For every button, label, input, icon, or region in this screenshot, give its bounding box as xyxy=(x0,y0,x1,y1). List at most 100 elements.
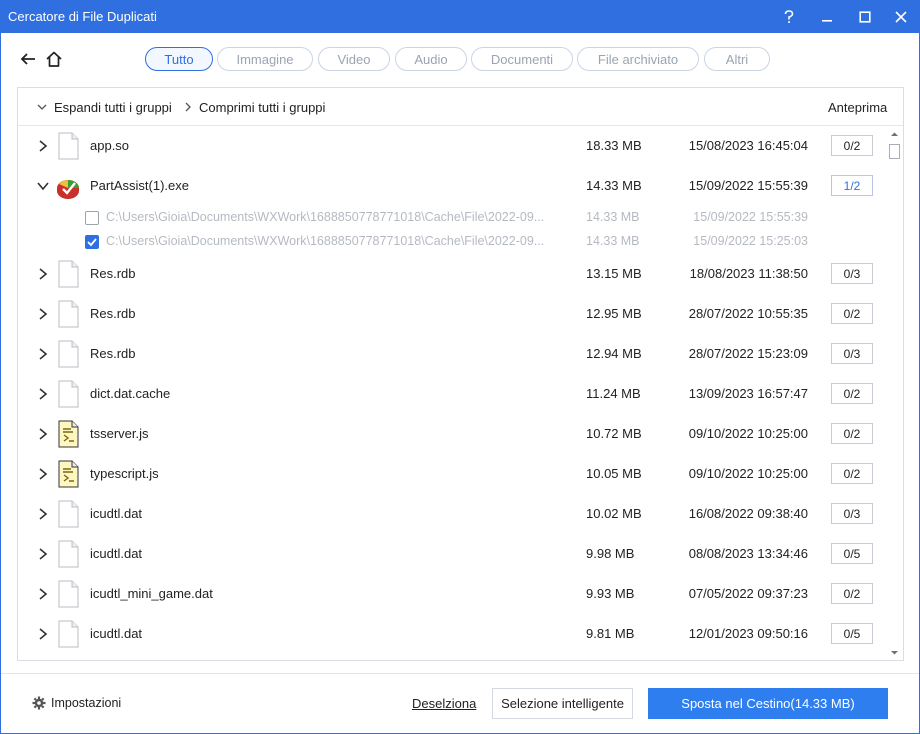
selection-count[interactable]: 0/2 xyxy=(831,423,873,444)
group-row[interactable]: app.so 18.33 MB 15/08/2023 16:45:04 0/2 xyxy=(18,126,886,166)
group-row[interactable]: Res.rdb 12.95 MB 28/07/2022 10:55:35 0/2 xyxy=(18,294,886,334)
group-row[interactable]: Res.rdb 12.94 MB 28/07/2022 15:23:09 0/3 xyxy=(18,334,886,374)
chevron-right-icon[interactable] xyxy=(37,507,49,521)
footer-divider xyxy=(1,673,919,674)
smart-select-button[interactable]: Selezione intelligente xyxy=(492,688,633,719)
scroll-down-icon[interactable] xyxy=(890,648,899,657)
duplicate-file-row[interactable]: C:\Users\Gioia\Documents\WXWork\16888507… xyxy=(18,230,886,254)
file-checkbox[interactable] xyxy=(85,211,99,225)
selection-count[interactable]: 0/2 xyxy=(831,135,873,156)
chevron-right-icon[interactable] xyxy=(37,587,49,601)
group-row[interactable]: typescript.js 10.05 MB 09/10/2022 10:25:… xyxy=(18,454,886,494)
group-row[interactable]: icudtl.dat 10.02 MB 16/08/2022 09:38:40 … xyxy=(18,494,886,534)
script-file-icon xyxy=(58,420,79,448)
selection-count[interactable]: 0/3 xyxy=(831,343,873,364)
tab-altri[interactable]: Altri xyxy=(704,47,770,71)
chevron-right-icon[interactable] xyxy=(37,139,49,153)
selection-count[interactable]: 0/5 xyxy=(831,543,873,564)
file-icon xyxy=(58,260,79,288)
script-file-icon xyxy=(58,460,79,488)
deselect-link[interactable]: Deselziona xyxy=(412,696,476,711)
file-size: 12.95 MB xyxy=(586,306,642,321)
duplicates-panel: Espandi tutti i gruppi Comprimi tutti i … xyxy=(17,87,904,661)
close-button[interactable] xyxy=(882,0,920,33)
scroll-up-icon[interactable] xyxy=(890,130,899,139)
chevron-down-icon[interactable] xyxy=(37,179,49,193)
chevron-right-icon[interactable] xyxy=(37,467,49,481)
preview-column-header: Anteprima xyxy=(828,100,888,115)
group-row[interactable]: icudtl.dat 9.98 MB 08/08/2023 13:34:46 0… xyxy=(18,534,886,574)
help-icon xyxy=(784,9,794,23)
file-icon xyxy=(58,500,79,528)
file-size: 11.24 MB xyxy=(586,386,641,401)
file-date: 16/08/2022 09:38:40 xyxy=(688,506,808,521)
minimize-button[interactable] xyxy=(808,0,846,33)
file-icon xyxy=(58,580,79,608)
file-name: Res.rdb xyxy=(90,266,136,281)
maximize-button[interactable] xyxy=(846,0,884,33)
chevron-right-icon[interactable] xyxy=(37,347,49,361)
chevron-right-icon[interactable] xyxy=(37,267,49,281)
chevron-right-icon[interactable] xyxy=(37,427,49,441)
tab-video[interactable]: Video xyxy=(318,47,390,71)
tab-documenti[interactable]: Documenti xyxy=(471,47,573,71)
group-row[interactable]: dict.dat.cache 11.24 MB 13/09/2023 16:57… xyxy=(18,374,886,414)
tab-file-archiviato[interactable]: File archiviato xyxy=(577,47,699,71)
selection-count[interactable]: 0/2 xyxy=(831,463,873,484)
file-icon xyxy=(58,620,79,648)
file-name: dict.dat.cache xyxy=(90,386,171,401)
file-name: typescript.js xyxy=(90,466,159,481)
file-name: icudtl_mini_game.dat xyxy=(90,586,213,601)
selection-count[interactable]: 0/2 xyxy=(831,383,873,404)
tab-immagine[interactable]: Immagine xyxy=(217,47,313,71)
chevron-right-icon[interactable] xyxy=(37,627,49,641)
file-date: 15/08/2023 16:45:04 xyxy=(688,138,808,153)
selection-count[interactable]: 0/3 xyxy=(831,503,873,524)
back-arrow-icon[interactable] xyxy=(19,50,37,68)
help-button[interactable] xyxy=(770,0,808,33)
gear-icon xyxy=(32,696,46,710)
group-row[interactable]: Res.rdb 13.15 MB 18/08/2023 11:38:50 0/3 xyxy=(18,254,886,294)
file-size: 14.33 MB xyxy=(586,234,640,248)
chevron-right-icon xyxy=(185,102,191,112)
file-checkbox[interactable] xyxy=(85,235,99,249)
settings-button[interactable]: Impostazioni xyxy=(32,696,121,710)
group-row[interactable]: tsserver.js 10.72 MB 09/10/2022 10:25:00… xyxy=(18,414,886,454)
chevron-right-icon[interactable] xyxy=(37,387,49,401)
selection-count[interactable]: 0/3 xyxy=(831,263,873,284)
selection-count[interactable]: 1/2 xyxy=(831,175,873,196)
scrollbar-thumb[interactable] xyxy=(889,144,900,159)
file-date: 28/07/2022 15:23:09 xyxy=(688,346,808,361)
collapse-all-button[interactable]: Comprimi tutti i gruppi xyxy=(199,100,325,115)
file-name: Res.rdb xyxy=(90,346,136,361)
file-icon xyxy=(58,540,79,568)
file-date: 08/08/2023 13:34:46 xyxy=(688,546,808,561)
move-to-trash-button[interactable]: Sposta nel Cestino(14.33 MB) xyxy=(648,688,888,719)
file-path: C:\Users\Gioia\Documents\WXWork\16888507… xyxy=(106,210,545,224)
file-name: tsserver.js xyxy=(90,426,149,441)
file-size: 10.05 MB xyxy=(586,466,642,481)
chevron-right-icon[interactable] xyxy=(37,547,49,561)
file-size: 9.98 MB xyxy=(586,546,635,561)
title-bar: Cercatore di File Duplicati xyxy=(0,0,920,33)
expand-all-button[interactable]: Espandi tutti i gruppi xyxy=(54,100,172,115)
tab-tutto[interactable]: Tutto xyxy=(145,47,213,71)
file-date: 15/09/2022 15:25:03 xyxy=(693,234,808,248)
home-icon[interactable] xyxy=(45,50,63,68)
file-name: Res.rdb xyxy=(90,306,136,321)
selection-count[interactable]: 0/5 xyxy=(831,623,873,644)
group-row[interactable]: icudtl_mini_game.dat 9.93 MB 07/05/2022 … xyxy=(18,574,886,614)
file-date: 12/01/2023 09:50:16 xyxy=(688,626,808,641)
duplicate-file-row[interactable]: C:\Users\Gioia\Documents\WXWork\16888507… xyxy=(18,206,886,230)
chevron-right-icon[interactable] xyxy=(37,307,49,321)
file-icon xyxy=(58,380,79,408)
selection-count[interactable]: 0/2 xyxy=(831,583,873,604)
group-row[interactable]: PartAssist(1).exe 14.33 MB 15/09/2022 15… xyxy=(18,166,886,206)
vertical-scrollbar[interactable] xyxy=(886,126,903,660)
close-icon xyxy=(895,10,907,23)
file-size: 14.33 MB xyxy=(586,210,640,224)
file-date: 28/07/2022 10:55:35 xyxy=(688,306,808,321)
group-row[interactable]: icudtl.dat 9.81 MB 12/01/2023 09:50:16 0… xyxy=(18,614,886,654)
selection-count[interactable]: 0/2 xyxy=(831,303,873,324)
tab-audio[interactable]: Audio xyxy=(395,47,467,71)
